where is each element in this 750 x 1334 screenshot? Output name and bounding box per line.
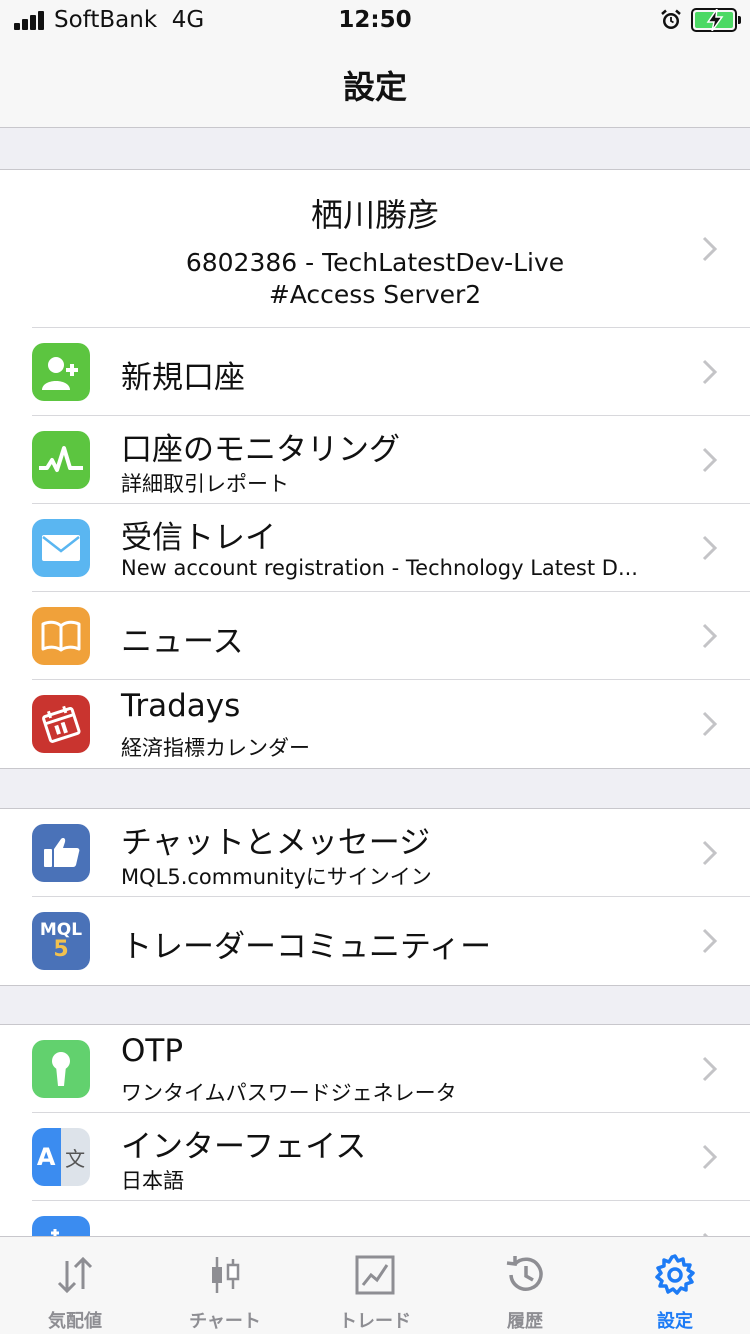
menu-row-otp[interactable]: OTP ワンタイムパスワードジェネレータ	[0, 1025, 750, 1113]
alarm-icon	[661, 9, 681, 29]
row-subtitle: 日本語	[121, 1169, 184, 1193]
row-subtitle: 詳細取引レポート	[121, 472, 289, 496]
row-title: 新規口座	[121, 360, 245, 396]
menu-row-trader-community[interactable]: MQL 5 トレーダーコミュニティー	[0, 897, 750, 985]
row-title: チャート	[121, 1225, 245, 1236]
chevron-right-icon	[702, 928, 718, 954]
monitoring-chart-icon	[32, 431, 90, 489]
tab-chart[interactable]: チャート	[150, 1237, 300, 1334]
row-subtitle: New account registration - Technology La…	[121, 556, 638, 580]
chevron-right-icon	[702, 1056, 718, 1082]
account-access-server: #Access Server2	[268, 280, 482, 309]
tab-label: 設定	[657, 1311, 693, 1332]
menu-row-charts[interactable]: チャート	[0, 1201, 750, 1236]
row-title: トレーダーコミュニティー	[121, 929, 492, 965]
tab-label: 履歴	[507, 1311, 543, 1332]
battery-icon	[691, 8, 741, 32]
menu-row-inbox[interactable]: 受信トレイ New account registration - Technol…	[0, 504, 750, 592]
menu-row-chat-messages[interactable]: チャットとメッセージ MQL5.communityにサインイン	[0, 809, 750, 897]
settings-gear-icon	[655, 1254, 695, 1295]
tab-label: チャート	[189, 1311, 261, 1332]
row-subtitle: ワンタイムパスワードジェネレータ	[121, 1081, 457, 1105]
account-group: 栖川勝彦 6802386 - TechLatestDev-Live #Acces…	[0, 169, 750, 769]
book-icon	[32, 607, 90, 665]
row-title: ニュース	[121, 624, 244, 660]
chevron-right-icon	[702, 1144, 718, 1170]
settings-list[interactable]: 栖川勝彦 6802386 - TechLatestDev-Live #Acces…	[0, 129, 750, 1236]
row-subtitle: MQL5.communityにサインイン	[121, 865, 432, 889]
status-bar: SoftBank 4G 12:50	[0, 0, 750, 44]
tab-history[interactable]: 履歴	[450, 1237, 600, 1334]
tab-bar: 気配値 チャート トレード 履歴 設定	[0, 1236, 750, 1334]
mql5-icon-digit: 5	[53, 936, 69, 962]
chevron-right-icon	[702, 236, 718, 262]
menu-row-account-monitoring[interactable]: 口座のモニタリング 詳細取引レポート	[0, 416, 750, 504]
menu-row-news[interactable]: ニュース	[0, 592, 750, 680]
thumbs-up-icon	[32, 824, 90, 882]
chevron-right-icon	[702, 447, 718, 473]
tab-quotes[interactable]: 気配値	[0, 1237, 150, 1334]
candlestick-icon	[212, 1257, 240, 1293]
tab-label: トレード	[339, 1311, 411, 1332]
language-icon-kanji: 文	[65, 1146, 86, 1171]
language-icon: A 文	[32, 1128, 90, 1186]
charging-bolt-icon	[706, 9, 724, 31]
tab-trade[interactable]: トレード	[300, 1237, 450, 1334]
row-title: Tradays	[121, 688, 241, 724]
chevron-right-icon	[702, 359, 718, 385]
preferences-group: OTP ワンタイムパスワードジェネレータ A 文 インターフェイス 日本語 チャ…	[0, 1024, 750, 1236]
chevron-right-icon	[702, 711, 718, 737]
tab-settings[interactable]: 設定	[600, 1237, 750, 1334]
row-title: OTP	[121, 1033, 184, 1069]
mql5-icon-text: MQL	[39, 919, 83, 940]
quotes-arrows-icon	[57, 1256, 93, 1294]
row-subtitle: 経済指標カレンダー	[121, 736, 310, 760]
page-title: 設定	[342, 68, 407, 106]
account-number-server: 6802386 - TechLatestDev-Live	[185, 248, 565, 277]
chevron-right-icon	[702, 535, 718, 561]
keyhole-icon	[32, 1040, 90, 1098]
chevron-right-icon	[702, 840, 718, 866]
chevron-right-icon	[702, 623, 718, 649]
status-time: 12:50	[338, 7, 412, 33]
row-title: チャットとメッセージ	[121, 825, 431, 861]
community-group: チャットとメッセージ MQL5.communityにサインイン MQL 5 トレ…	[0, 808, 750, 986]
row-title: 受信トレイ	[121, 520, 276, 556]
chart-settings-icon	[32, 1216, 90, 1236]
row-title: 口座のモニタリング	[121, 432, 400, 468]
row-title: インターフェイス	[121, 1129, 367, 1165]
menu-row-tradays[interactable]: Tradays 経済指標カレンダー	[0, 680, 750, 768]
add-person-icon	[32, 343, 90, 401]
menu-row-new-account[interactable]: 新規口座	[0, 328, 750, 416]
calendar-icon	[32, 695, 90, 753]
mail-icon	[32, 519, 90, 577]
language-icon-latin: A	[36, 1143, 56, 1171]
account-row[interactable]: 栖川勝彦 6802386 - TechLatestDev-Live #Acces…	[0, 170, 750, 328]
account-holder-name: 栖川勝彦	[310, 196, 439, 234]
menu-row-interface[interactable]: A 文 インターフェイス 日本語	[0, 1113, 750, 1201]
tab-label: 気配値	[48, 1311, 102, 1332]
mql5-icon: MQL 5	[32, 912, 90, 970]
history-clock-icon	[506, 1256, 543, 1291]
navigation-bar: 設定	[0, 44, 750, 128]
trade-chart-icon	[355, 1255, 395, 1295]
